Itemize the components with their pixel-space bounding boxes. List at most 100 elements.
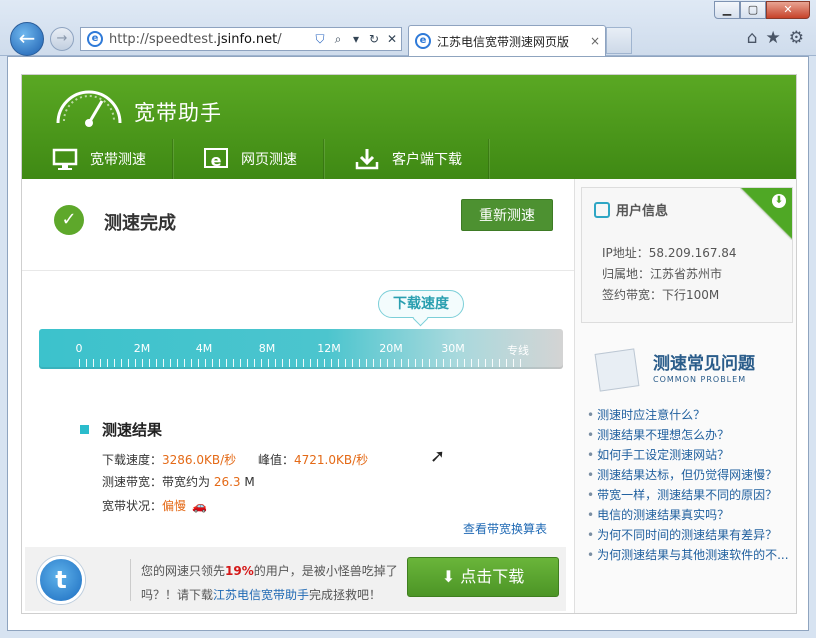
faq-list: 测速时应注意什么？ 测速结果不理想怎么办？ 如何手工设定测速网站？ 测速结果达标…	[587, 405, 789, 565]
meter-label: 2M	[133, 342, 151, 355]
expand-arrow-icon: ⬇	[772, 194, 786, 208]
meter-label: 4M	[195, 342, 213, 355]
minimize-button[interactable]: ▁	[714, 1, 740, 19]
page-viewport: 宽带助手 宽带测速 e 网页测速 客户端下载 ✓ 测速完成 重新测速 下载速度 …	[7, 56, 809, 631]
promo-percent: 19%	[225, 564, 254, 578]
faq-document-icon	[594, 348, 640, 392]
nav-broadband-test[interactable]: 宽带测速	[22, 139, 173, 179]
meter-label: 12M	[317, 342, 341, 355]
corner-fold[interactable]: ⬇	[740, 188, 792, 240]
download-speed-bubble: 下载速度	[378, 290, 464, 318]
faq-header: 测速常见问题 COMMON PROBLEM	[594, 347, 787, 392]
results-title: 测速结果	[102, 421, 163, 439]
user-info-header: 用户信息	[594, 200, 668, 219]
home-icon[interactable]: ⌂	[747, 28, 758, 48]
bandwidth-unit: M	[240, 475, 255, 489]
browser-chrome: ▁ ▢ ✕ ← → e http://speedtest.jsinfo.net/…	[0, 0, 816, 56]
download-arrow-icon	[355, 149, 379, 170]
meter-label: 30M	[441, 342, 465, 355]
faq-subtitle: COMMON PROBLEM	[653, 375, 747, 384]
favorites-star-icon[interactable]: ★	[766, 28, 781, 48]
faq-link[interactable]: 测速结果达标，但仍觉得网速慢？	[587, 465, 789, 485]
meter-label: 0	[75, 342, 83, 355]
search-icon[interactable]: ⌕	[329, 32, 347, 47]
faq-title: 测速常见问题	[653, 354, 755, 374]
promo-bar: t 您的网速只领先19%的用户，是被小怪兽吃掉了 吗？！请下载江苏电信宽带助手完…	[25, 547, 566, 611]
meter-ticks	[79, 359, 523, 367]
app-brand: 宽带助手	[134, 101, 222, 125]
ip-address: IP地址：58.209.167.84	[602, 246, 737, 260]
peak-label: 峰值：	[257, 453, 294, 467]
promo-divider	[130, 559, 131, 601]
faq-link[interactable]: 带宽一样，测速结果不同的原因？	[587, 485, 789, 505]
condition-value: 偏慢	[162, 499, 187, 513]
nav-label: 宽带测速	[90, 152, 146, 168]
refresh-icon[interactable]: ↻	[365, 32, 383, 46]
nav-web-test[interactable]: e 网页测速	[173, 139, 324, 179]
ie-tab-icon: e	[415, 33, 431, 49]
promo-line-2: 吗？！请下载江苏电信宽带助手完成拯救吧！	[141, 588, 382, 602]
tab-title: 江苏电信宽带测速网页版	[437, 34, 570, 49]
download-button[interactable]: ⬇ 点击下载	[407, 557, 559, 597]
window-controls: ▁ ▢ ✕	[714, 1, 810, 19]
meter-label: 专线	[507, 344, 529, 357]
sidebar: 用户信息 ⬇ IP地址：58.209.167.84 归属地：江苏省苏州市 签约带…	[574, 179, 796, 613]
bandwidth-line: 测速带宽：带宽约为 26.3 M	[102, 473, 255, 490]
toolbar-icons: ⌂ ★ ⚙	[747, 28, 804, 48]
back-button[interactable]: ←	[10, 22, 44, 56]
forward-button[interactable]: →	[50, 27, 74, 51]
condition-line: 宽带状况：偏慢 🚗	[102, 497, 218, 514]
shield-icon[interactable]: ⛉	[311, 32, 329, 47]
test-panel: ✓ 测速完成 重新测速 下载速度 0 2M 4M 8M 12M 20M 30M …	[22, 179, 574, 613]
new-tab-button[interactable]	[606, 27, 632, 54]
status-text: 测速完成	[104, 213, 176, 234]
user-info-box: 用户信息 ⬇ IP地址：58.209.167.84 归属地：江苏省苏州市 签约带…	[581, 187, 793, 323]
gear-icon[interactable]: ⚙	[789, 28, 804, 48]
speedometer-logo-icon	[56, 90, 122, 127]
peak-value: 4721.0KB/秒	[294, 453, 369, 467]
monitor-icon	[52, 148, 78, 170]
browser-tab[interactable]: e 江苏电信宽带测速网页版 ×	[408, 25, 606, 56]
app-header: 宽带助手 宽带测速 e 网页测速 客户端下载	[22, 75, 796, 179]
nav-label: 网页测速	[241, 152, 297, 168]
download-button-label: 点击下载	[460, 567, 525, 586]
close-window-button[interactable]: ✕	[766, 1, 810, 19]
bandwidth-label: 测速带宽：带宽约为	[102, 475, 214, 489]
address-bar[interactable]: e http://speedtest.jsinfo.net/ ⛉ ⌕ ▾ ↻ ✕	[80, 27, 402, 51]
speedtest-app: 宽带助手 宽带测速 e 网页测速 客户端下载 ✓ 测速完成 重新测速 下载速度 …	[21, 74, 797, 614]
status-row: ✓ 测速完成 重新测速	[22, 179, 574, 271]
download-speed-line: 下载速度：3286.0KB/秒 峰值：4721.0KB/秒	[102, 451, 368, 468]
main-nav: 宽带测速 e 网页测速 客户端下载	[22, 139, 489, 179]
assistant-logo-icon: t	[37, 556, 85, 604]
check-icon: ✓	[54, 205, 84, 235]
nav-label: 客户端下载	[392, 152, 462, 168]
faq-link[interactable]: 测速结果不理想怎么办？	[587, 425, 789, 445]
promo-line-1: 您的网速只领先19%的用户，是被小怪兽吃掉了	[141, 564, 398, 578]
download-label: 下载速度：	[102, 453, 163, 467]
nav-client-download[interactable]: 客户端下载	[324, 139, 489, 179]
faq-link[interactable]: 为何不同时间的测速结果有差异？	[587, 525, 789, 545]
mouse-cursor-icon: ➚	[430, 446, 446, 467]
dropdown-icon[interactable]: ▾	[347, 32, 365, 46]
car-icon: 🚗	[192, 499, 207, 513]
maximize-button[interactable]: ▢	[740, 1, 766, 19]
meter-label: 20M	[379, 342, 403, 355]
contract-bandwidth: 签约带宽：下行100M	[602, 288, 720, 302]
download-icon: ⬇	[441, 567, 461, 586]
ie-browser-icon: e	[204, 148, 228, 170]
faq-link[interactable]: 为何测速结果与其他测速软件的不...	[587, 545, 788, 565]
user-info-icon	[594, 202, 610, 218]
download-value: 3286.0KB/秒	[162, 453, 237, 467]
result-bullet-icon	[80, 425, 89, 434]
address-text[interactable]: http://speedtest.jsinfo.net/	[109, 32, 311, 47]
retest-button[interactable]: 重新测速	[461, 199, 553, 231]
faq-link[interactable]: 测速时应注意什么？	[587, 405, 789, 425]
bandwidth-value: 26.3	[213, 475, 241, 489]
tab-close-icon[interactable]: ×	[585, 34, 605, 48]
bandwidth-table-link[interactable]: 查看带宽换算表	[463, 520, 547, 537]
faq-link[interactable]: 如何手工设定测速网站？	[587, 445, 789, 465]
faq-link[interactable]: 电信的测速结果真实吗？	[587, 505, 789, 525]
stop-icon[interactable]: ✕	[383, 32, 401, 46]
svg-text:e: e	[211, 151, 222, 170]
promo-app-link[interactable]: 江苏电信宽带助手	[213, 588, 309, 602]
